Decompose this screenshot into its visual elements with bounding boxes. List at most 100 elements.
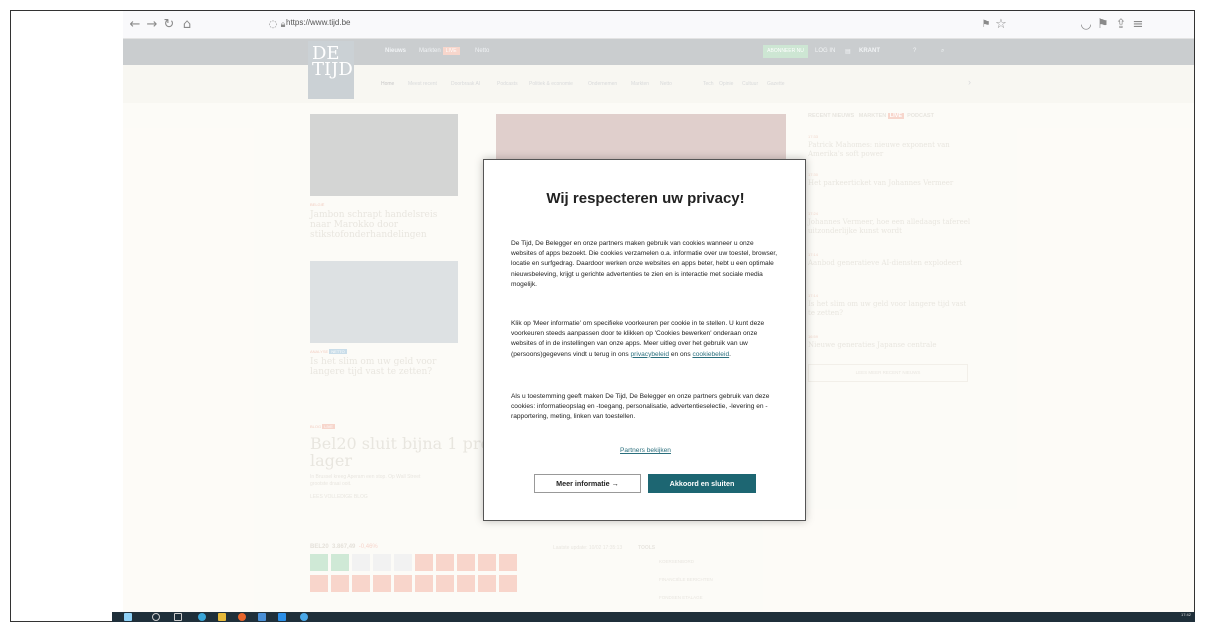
market-cell[interactable] [457,575,475,592]
site-logo[interactable]: DE TIJD [308,41,354,99]
help-icon[interactable]: ? [913,48,916,54]
news-title[interactable]: Het parkeerticket van Johannes Vermeer [808,179,973,188]
subnav-ondernemen[interactable]: Ondernemen [588,81,617,87]
back-icon[interactable]: ← [127,17,143,33]
blog-summary: In Brussel kreeg Aperam een stop. Op Wal… [310,474,420,488]
login-link[interactable]: LOG IN [815,48,835,54]
tools-title: TOOLS [638,545,656,551]
market-cell[interactable] [331,554,349,571]
market-cell[interactable] [373,575,391,592]
subnav-markten[interactable]: Markten [631,81,649,87]
market-cell[interactable] [499,575,517,592]
market-cell[interactable] [331,575,349,592]
news-title[interactable]: Aanbod generatieve AI-diensten explodeer… [808,259,973,268]
market-cell[interactable] [436,554,454,571]
blog-title[interactable]: Bel20 sluit bijna 1 proc lager [310,435,499,469]
market-cell[interactable] [352,554,370,571]
accept-button[interactable]: Akkoord en sluiten [648,474,756,493]
forward-icon[interactable]: → [144,17,160,33]
search-icon[interactable]: ⌕ [941,48,944,55]
reload-icon[interactable]: ↻ [161,17,177,33]
translate-icon[interactable]: ⚑ [978,17,994,33]
market-cell[interactable] [373,554,391,571]
market-cell[interactable] [415,554,433,571]
privacy-modal: Wij respecteren uw privacy! De Tijd, De … [483,159,806,521]
blog-read-link[interactable]: LEES VOLLEDIGE BLOG [310,494,368,500]
subnav-podcasts[interactable]: Podcasts [497,81,518,87]
task-view-icon[interactable] [174,613,182,621]
tool-financiele-berichten[interactable]: FINANCIËLE BERICHTEN [659,577,713,582]
tab-markten[interactable]: MARKTEN [859,113,887,119]
url-bar[interactable]: https://www.tijd.be [286,18,350,27]
news-time: 17:14 [808,252,819,257]
more-news-button[interactable]: LEES MEER RECENT NIEUWS [808,364,968,382]
subnav-cultuur[interactable]: Cultuur [742,81,758,87]
article-tag: ANALYSE NETTO [310,349,347,354]
tool-koersenbord[interactable]: KOERSENBORD [659,559,694,564]
app-icon[interactable] [258,613,266,621]
subnav-politiek[interactable]: Politiek & economie [529,81,573,87]
subnav-ai[interactable]: Doorbraak AI [451,81,480,87]
krant-link[interactable]: KRANT [859,48,880,54]
tab-podcast[interactable]: PODCAST [907,113,934,119]
app-icon[interactable] [278,613,286,621]
blog-title-line2: lager [310,451,353,470]
market-cell[interactable] [415,575,433,592]
news-title[interactable]: Johannes Vermeer, hoe een alledaags tafe… [808,218,973,236]
subnav-tech[interactable]: Tech [703,81,714,87]
market-cell[interactable] [478,575,496,592]
file-explorer-icon[interactable] [218,613,226,621]
browser-toolbar: ← → ↻ ⌂ ◌ 🔒︎ https://www.tijd.be ⚑ ☆ ◡ ⚑… [123,11,1194,39]
modal-paragraph-2: Klik op 'Meer informatie' om specifieke … [511,319,779,360]
subnav-next-icon[interactable]: › [968,77,971,87]
market-cell[interactable] [478,554,496,571]
market-cell[interactable] [499,554,517,571]
newspaper-icon[interactable]: ▤ [845,48,851,55]
market-cell[interactable] [457,554,475,571]
logo-line2: TIJD [312,59,353,80]
blog-summary-line1: In Brussel kreeg Aperam een stop. Op Wal… [310,474,421,480]
share-icon[interactable]: ⇪ [1113,17,1129,33]
news-title[interactable]: Nieuwe generaties Japanse centrale [808,341,973,350]
nav-markten[interactable]: Markten LIVE [419,47,460,55]
subnav-recent[interactable]: Meest recent [408,81,437,87]
article-image-2[interactable] [310,261,458,343]
tool-fondsen-etalage[interactable]: FONDSEN ETALAGE [659,595,703,600]
firefox-icon[interactable] [238,613,246,621]
nav-nieuws[interactable]: Nieuws [385,48,406,54]
cookie-policy-link[interactable]: cookiebeleid [692,351,729,358]
subscribe-button[interactable]: ABONNEER NU [763,45,808,58]
tab-recent[interactable]: RECENT NIEUWS [808,113,854,119]
pocket-icon[interactable]: ◡ [1078,17,1094,33]
subnav-netto[interactable]: Netto [660,81,672,87]
market-cell[interactable] [394,554,412,571]
menu-icon[interactable]: ≡ [1130,17,1146,33]
market-cell[interactable] [352,575,370,592]
home-icon[interactable]: ⌂ [179,17,195,33]
browser-window: ← → ↻ ⌂ ◌ 🔒︎ https://www.tijd.be ⚑ ☆ ◡ ⚑… [10,10,1195,622]
market-cell[interactable] [310,575,328,592]
nav-netto[interactable]: Netto [475,48,489,54]
blog-tag: BLOG LIVE [310,424,335,429]
subnav-opinie[interactable]: Opinie [719,81,733,87]
market-cell[interactable] [436,575,454,592]
market-cell[interactable] [310,554,328,571]
app-icon[interactable] [300,613,308,621]
taskbar-clock[interactable]: 17:42 [1181,612,1191,617]
privacy-policy-link[interactable]: privacybeleid [631,351,669,358]
subnav-home[interactable]: Home [381,81,394,87]
news-title[interactable]: Is het slim om uw geld voor langere tijd… [808,300,973,318]
news-title[interactable]: Patrick Mahomes: nieuwe exponent van Ame… [808,141,973,159]
bookmark-star-icon[interactable]: ☆ [993,17,1009,33]
subnav-gazette[interactable]: Gazette [767,81,785,87]
market-cell[interactable] [394,575,412,592]
article-image-1[interactable] [310,114,458,196]
article-title[interactable]: Is het slim om uw geld voor langere tijd… [310,357,460,377]
partners-link[interactable]: Partners bekijken [484,447,807,454]
edge-icon[interactable] [198,613,206,621]
extension-icon[interactable]: ⚑ [1095,17,1111,33]
more-info-button[interactable]: Meer informatie → [534,474,641,493]
search-icon[interactable] [152,613,160,621]
article-title[interactable]: Jambon schrapt handelsreis naar Marokko … [310,210,460,240]
start-icon[interactable] [124,613,132,621]
